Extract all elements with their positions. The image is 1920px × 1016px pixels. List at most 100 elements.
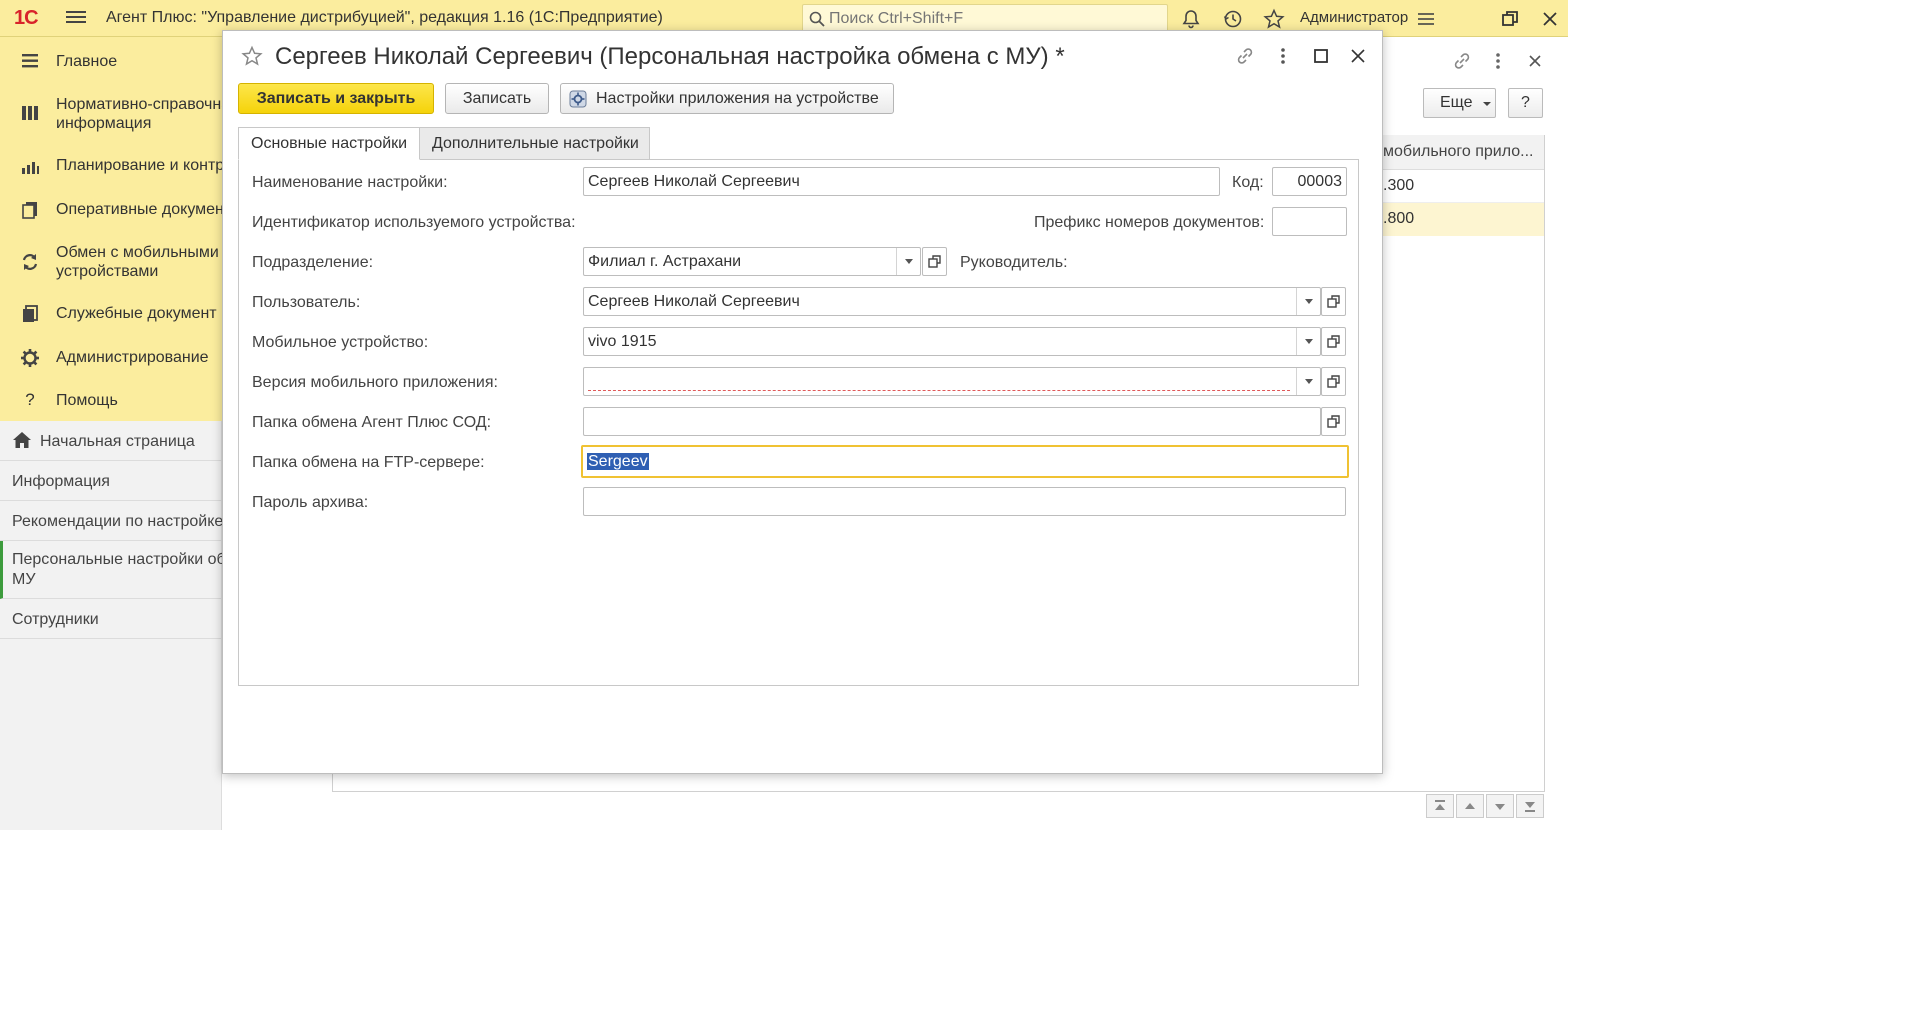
nav-item-recommendations[interactable]: Рекомендации по настройке xyxy=(0,501,224,541)
service-docs-icon xyxy=(23,305,38,322)
main-settings-panel: Наименование настройки: Сергеев Николай … xyxy=(238,159,1359,686)
more-button-label: Еще xyxy=(1440,94,1473,111)
nav-item-label: Рекомендации по настройке xyxy=(12,513,224,530)
user-value: Сергеев Николай Сергеевич xyxy=(588,293,800,310)
archive-password-field[interactable] xyxy=(583,487,1346,516)
device-dropdown-button[interactable] xyxy=(1296,328,1320,355)
division-dropdown-button[interactable] xyxy=(896,248,920,275)
user-dropdown-button[interactable] xyxy=(1296,288,1320,315)
exchange-folder-open-button[interactable] xyxy=(1321,407,1346,436)
section-mobile-exchange[interactable]: Обмен с мобильными устройствами xyxy=(0,241,222,281)
nav-item-label-line1: Персональные настройки об xyxy=(12,551,226,568)
device-gear-icon xyxy=(569,90,587,108)
device-field[interactable]: vivo 1915 xyxy=(583,327,1321,356)
app-version-open-button[interactable] xyxy=(1321,367,1346,396)
link-icon[interactable] xyxy=(1452,51,1472,71)
navigation-panel: Начальная страница Информация Рекомендац… xyxy=(0,421,226,830)
global-search[interactable] xyxy=(802,4,1168,33)
bell-icon[interactable] xyxy=(1180,8,1202,30)
app-logo[interactable]: 1С xyxy=(14,7,39,30)
section-label-line1: Нормативно-справочна xyxy=(56,96,231,113)
nav-item-employees[interactable]: Сотрудники xyxy=(0,599,222,639)
tab-additional-settings[interactable]: Дополнительные настройки xyxy=(419,127,650,160)
nav-item-label: Сотрудники xyxy=(12,611,99,628)
open-form-icon xyxy=(1327,335,1340,348)
section-label: Планирование и контр xyxy=(56,157,225,174)
section-operational-docs[interactable]: Оперативные докумен xyxy=(0,197,224,227)
division-value: Филиал г. Астрахани xyxy=(588,253,742,270)
section-service-docs[interactable]: Служебные документ xyxy=(0,301,222,331)
main-menu-icon[interactable] xyxy=(66,8,86,28)
ftp-folder-selected-text: Sergeev xyxy=(587,453,649,470)
section-label: Оперативные докумен xyxy=(56,201,224,218)
code-field[interactable]: 00003 xyxy=(1272,167,1347,196)
scroll-up-button[interactable] xyxy=(1456,794,1484,818)
section-label: Служебные документ xyxy=(56,305,217,322)
more-button[interactable]: Еще xyxy=(1423,88,1496,118)
tab-main-settings[interactable]: Основные настройки xyxy=(238,127,420,160)
name-field[interactable]: Сергеев Николай Сергеевич xyxy=(583,167,1220,196)
division-open-button[interactable] xyxy=(922,247,947,276)
catalog-icon xyxy=(22,106,38,120)
nav-item-information[interactable]: Информация xyxy=(0,461,222,501)
favorite-star-icon[interactable] xyxy=(241,45,263,67)
archive-password-label: Пароль архива: xyxy=(252,494,369,511)
section-main[interactable]: Главное xyxy=(0,49,222,79)
open-form-icon xyxy=(1327,375,1340,388)
section-reference-info[interactable]: Нормативно-справочна информация xyxy=(0,93,230,133)
nav-item-label: Информация xyxy=(12,473,110,490)
current-user[interactable]: Администратор xyxy=(1300,9,1408,26)
device-open-button[interactable] xyxy=(1321,327,1346,356)
save-button[interactable]: Записать xyxy=(445,83,549,114)
history-icon[interactable] xyxy=(1222,8,1244,30)
section-label-line2: устройствами xyxy=(56,263,159,280)
more-actions-icon[interactable] xyxy=(1273,46,1293,66)
section-help[interactable]: ? Помощь xyxy=(0,388,222,418)
scroll-controls xyxy=(1426,794,1546,820)
favorites-star-icon[interactable] xyxy=(1263,8,1285,30)
manager-label: Руководитель: xyxy=(960,254,1068,271)
division-label: Подразделение: xyxy=(252,254,374,271)
settings-lines-icon[interactable] xyxy=(1415,8,1437,30)
search-input[interactable] xyxy=(829,8,1159,29)
link-icon[interactable] xyxy=(1235,46,1255,66)
settings-form-window: Сергеев Николай Сергеевич (Персональная … xyxy=(222,30,1383,774)
user-field[interactable]: Сергеев Николай Сергеевич xyxy=(583,287,1321,316)
restore-window-icon[interactable] xyxy=(1499,8,1521,30)
help-icon: ? xyxy=(25,390,35,409)
form-title: Сергеев Николай Сергеевич (Персональная … xyxy=(275,43,1065,70)
close-form-icon[interactable] xyxy=(1525,51,1545,71)
division-field[interactable]: Филиал г. Астрахани xyxy=(583,247,921,276)
open-form-icon xyxy=(1327,295,1340,308)
app-title: Агент Плюс: "Управление дистрибуцией", р… xyxy=(106,9,663,26)
section-label-line2: информация xyxy=(56,115,152,132)
device-value: vivo 1915 xyxy=(588,333,657,350)
user-open-button[interactable] xyxy=(1321,287,1346,316)
close-app-icon[interactable] xyxy=(1539,8,1561,30)
exchange-folder-field[interactable] xyxy=(583,407,1321,436)
save-and-close-button[interactable]: Записать и закрыть xyxy=(238,83,434,114)
scroll-bottom-button[interactable] xyxy=(1516,794,1544,818)
ftp-folder-field[interactable]: Sergeev xyxy=(581,445,1349,478)
device-settings-button[interactable]: Настройки приложения на устройстве xyxy=(560,83,894,114)
section-planning[interactable]: Планирование и контр xyxy=(0,153,225,183)
help-button[interactable]: ? xyxy=(1508,88,1543,118)
close-icon[interactable] xyxy=(1348,46,1368,66)
scroll-top-button[interactable] xyxy=(1426,794,1454,818)
more-actions-icon[interactable] xyxy=(1488,51,1508,71)
section-label-line1: Обмен с мобильными xyxy=(56,244,219,261)
nav-home[interactable]: Начальная страница xyxy=(0,421,222,461)
app-version-dropdown-button[interactable] xyxy=(1296,368,1320,395)
prefix-field[interactable] xyxy=(1272,207,1347,236)
section-label: Помощь xyxy=(56,392,118,409)
menu-lines-icon xyxy=(22,54,38,68)
nav-item-personal-settings[interactable]: Персональные настройки об МУ xyxy=(0,541,226,599)
prefix-label: Префикс номеров документов: xyxy=(1034,214,1265,231)
app-version-field[interactable] xyxy=(583,367,1321,396)
scroll-down-button[interactable] xyxy=(1486,794,1514,818)
gear-icon xyxy=(21,349,39,367)
maximize-icon[interactable] xyxy=(1311,46,1331,66)
ftp-folder-label: Папка обмена на FTP-сервере: xyxy=(252,454,485,471)
name-label: Наименование настройки: xyxy=(252,174,448,191)
section-administration[interactable]: Администрирование xyxy=(0,345,222,375)
